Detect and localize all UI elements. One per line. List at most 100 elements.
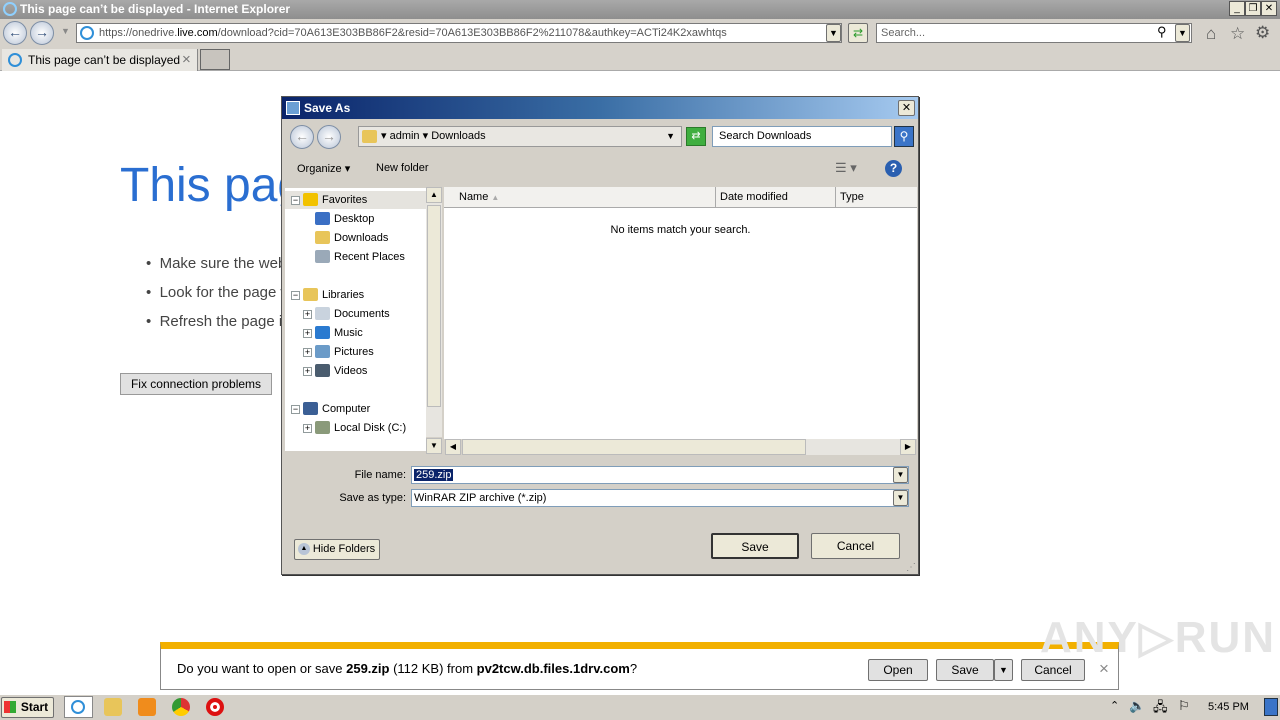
folder-icon bbox=[362, 130, 377, 143]
tree-item-downloads[interactable]: Downloads bbox=[285, 229, 426, 247]
tree-item-label: Documents bbox=[334, 308, 390, 320]
save-options-dropdown[interactable]: ▼ bbox=[994, 659, 1013, 681]
collapse-icon[interactable]: − bbox=[291, 291, 300, 300]
show-desktop-button[interactable] bbox=[1264, 698, 1278, 716]
dialog-back-button[interactable]: ← bbox=[290, 125, 314, 149]
file-name-input[interactable]: 259.zip bbox=[411, 466, 909, 484]
new-folder-button[interactable]: New folder bbox=[376, 162, 429, 174]
restore-button[interactable]: ❐ bbox=[1245, 1, 1261, 16]
tree-item-videos[interactable]: + Videos bbox=[285, 362, 426, 380]
address-bar[interactable]: https://onedrive.live.com/download?cid=7… bbox=[76, 23, 842, 43]
organize-button[interactable]: Organize ▾ bbox=[297, 162, 350, 175]
collapse-icon[interactable]: − bbox=[291, 405, 300, 414]
cancel-button[interactable]: Cancel bbox=[811, 533, 900, 559]
tree-item-favorites[interactable]: − Favorites bbox=[285, 191, 426, 209]
explorer-icon[interactable] bbox=[104, 698, 122, 716]
expand-icon[interactable]: + bbox=[303, 310, 312, 319]
column-name[interactable]: Name ▲ bbox=[444, 187, 716, 208]
gear-icon[interactable]: ⚙ bbox=[1255, 23, 1270, 43]
videos-icon bbox=[315, 364, 330, 377]
tree-item-libraries[interactable]: − Libraries bbox=[285, 286, 426, 304]
dialog-forward-button[interactable]: → bbox=[317, 125, 341, 149]
expand-icon[interactable]: + bbox=[303, 424, 312, 433]
music-icon bbox=[315, 326, 330, 339]
action-center-flag-icon[interactable]: ⚐ bbox=[1178, 698, 1190, 714]
refresh-icon[interactable]: ⇄ bbox=[686, 127, 706, 146]
expand-icon[interactable]: + bbox=[303, 329, 312, 338]
new-tab-button[interactable] bbox=[200, 49, 230, 70]
disk-icon bbox=[315, 421, 330, 434]
download-message: Do you want to open or save 259.zip (112… bbox=[177, 661, 638, 676]
documents-icon bbox=[315, 307, 330, 320]
forward-button[interactable]: → bbox=[30, 21, 54, 45]
list-scroll-right[interactable]: ▶ bbox=[900, 439, 916, 455]
windows-logo-icon bbox=[4, 701, 16, 713]
tree-item-documents[interactable]: + Documents bbox=[285, 305, 426, 323]
show-hidden-icons[interactable]: ⌃ bbox=[1110, 699, 1119, 712]
view-options-icon[interactable]: ☰ ▾ bbox=[835, 160, 857, 176]
tab-close-icon[interactable]: × bbox=[182, 51, 191, 68]
fix-connection-button[interactable]: Fix connection problems bbox=[120, 373, 272, 395]
tree-scroll-down[interactable]: ▼ bbox=[426, 438, 442, 454]
tree-scrollbar-thumb[interactable] bbox=[427, 205, 441, 407]
taskbar bbox=[0, 694, 1280, 720]
chrome-icon[interactable] bbox=[172, 698, 190, 716]
file-name-dropdown[interactable]: ▼ bbox=[893, 467, 908, 483]
tree-item-label: Local Disk (C:) bbox=[334, 422, 407, 434]
tree-item-recent-places[interactable]: Recent Places bbox=[285, 248, 426, 266]
tree-item-computer[interactable]: − Computer bbox=[285, 400, 426, 418]
tree-scroll-up[interactable]: ▲ bbox=[426, 187, 442, 203]
star-icon bbox=[303, 193, 318, 206]
column-type[interactable]: Type bbox=[836, 187, 917, 208]
tree-item-desktop[interactable]: Desktop bbox=[285, 210, 426, 228]
search-dropdown-button[interactable]: ▼ bbox=[1175, 24, 1190, 42]
column-date-modified[interactable]: Date modified bbox=[716, 187, 836, 208]
tab-active[interactable]: This page can’t be displayed bbox=[2, 49, 198, 71]
opera-icon[interactable] bbox=[206, 698, 224, 716]
address-dropdown-button[interactable]: ▼ bbox=[826, 24, 841, 42]
list-scrollbar-track[interactable] bbox=[806, 439, 900, 455]
close-button[interactable]: ✕ bbox=[1261, 1, 1277, 16]
tree-item-local-disk-c[interactable]: + Local Disk (C:) bbox=[285, 419, 426, 437]
dialog-close-button[interactable]: ✕ bbox=[898, 100, 915, 116]
history-dropdown-icon[interactable]: ▼ bbox=[61, 26, 70, 36]
save-type-select[interactable]: WinRAR ZIP archive (*.zip) bbox=[411, 489, 909, 507]
refresh-button[interactable]: ⇄ bbox=[848, 23, 868, 43]
tree-item-label: Favorites bbox=[322, 194, 368, 206]
search-icon[interactable]: ⚲ bbox=[894, 126, 914, 147]
network-icon[interactable]: 🖧 bbox=[1153, 698, 1168, 720]
save-button[interactable]: Save bbox=[711, 533, 799, 559]
tree-item-label: Computer bbox=[322, 403, 371, 415]
dialog-search-input[interactable]: Search Downloads bbox=[712, 126, 892, 147]
list-scroll-left[interactable]: ◀ bbox=[445, 439, 461, 455]
collapse-icon[interactable]: − bbox=[291, 196, 300, 205]
tree-item-pictures[interactable]: + Pictures bbox=[285, 343, 426, 361]
clock[interactable]: 5:45 PM bbox=[1208, 701, 1249, 713]
breadcrumb-dropdown-icon[interactable]: ▼ bbox=[666, 127, 675, 146]
breadcrumb-admin[interactable]: admin bbox=[390, 130, 420, 142]
list-scrollbar-thumb[interactable] bbox=[462, 439, 806, 455]
home-icon[interactable]: ⌂ bbox=[1206, 24, 1216, 44]
search-icon[interactable]: ⚲ bbox=[1157, 24, 1167, 40]
favorites-star-icon[interactable]: ☆ bbox=[1230, 24, 1245, 44]
help-icon[interactable]: ? bbox=[885, 160, 902, 177]
save-as-dialog: Save As ✕ ← → ▾ admin ▾ Downloads ▼ ⇄ Se… bbox=[281, 96, 919, 575]
expand-icon[interactable]: + bbox=[303, 367, 312, 376]
open-button[interactable]: Open bbox=[868, 659, 928, 681]
navigation-tree: − Favorites Desktop Downloads Recent Places −… bbox=[285, 188, 426, 451]
download-save-button[interactable]: Save bbox=[936, 659, 994, 681]
back-button[interactable]: ← bbox=[3, 21, 27, 45]
expand-icon[interactable]: + bbox=[303, 348, 312, 357]
breadcrumb-downloads[interactable]: Downloads bbox=[431, 130, 485, 142]
tree-item-music[interactable]: + Music bbox=[285, 324, 426, 342]
breadcrumb[interactable]: ▾ admin ▾ Downloads ▼ bbox=[358, 126, 682, 147]
pictures-icon bbox=[315, 345, 330, 358]
minimize-button[interactable]: _ bbox=[1229, 1, 1245, 16]
watermark-logo: ANY▷RUN bbox=[1040, 613, 1277, 662]
window-title: This page can’t be displayed - Internet … bbox=[0, 0, 1280, 19]
search-input[interactable]: Search... bbox=[876, 23, 1192, 43]
resize-grip[interactable]: ⋰ bbox=[906, 562, 916, 573]
media-player-icon[interactable] bbox=[138, 698, 156, 716]
save-type-dropdown[interactable]: ▼ bbox=[893, 490, 908, 506]
volume-icon[interactable]: 🔈 bbox=[1129, 698, 1145, 714]
